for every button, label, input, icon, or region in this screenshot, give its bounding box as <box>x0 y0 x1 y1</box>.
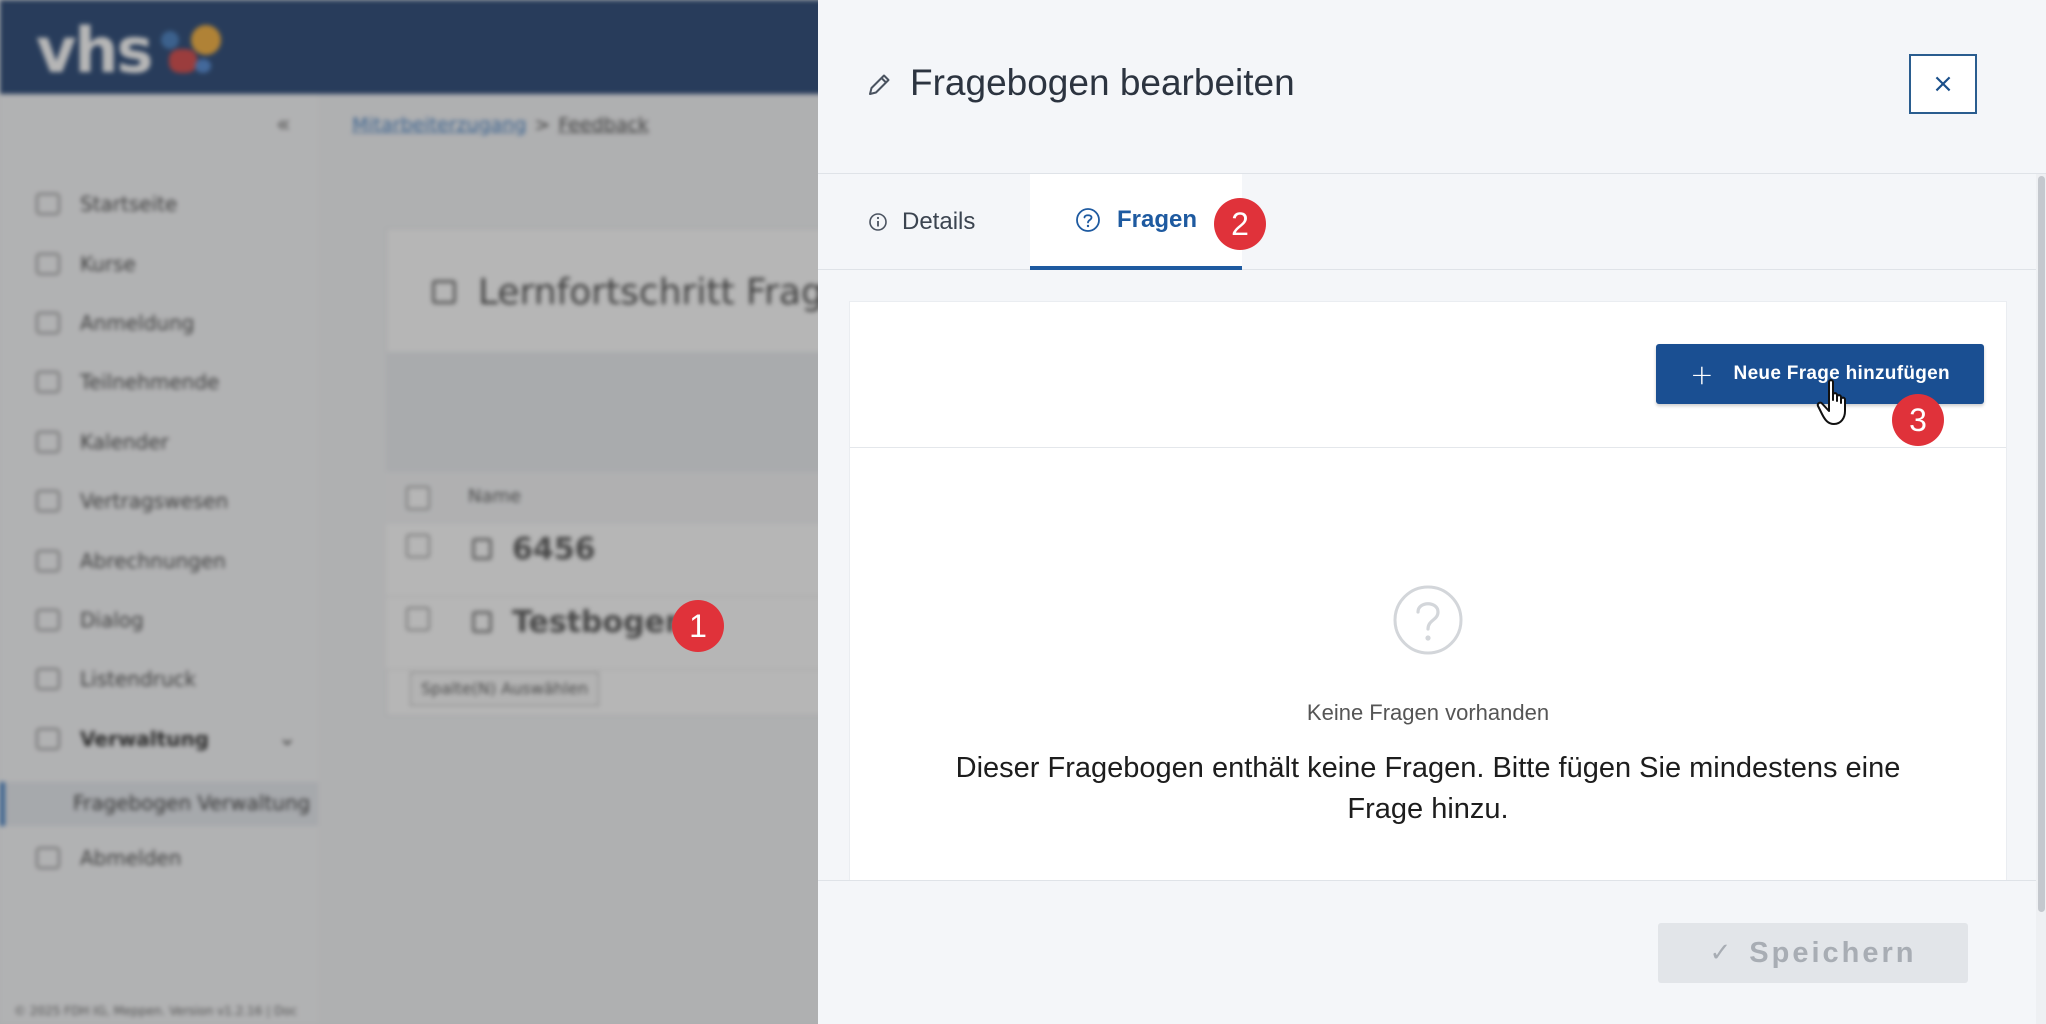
info-icon <box>869 213 887 231</box>
drawer-footer: ✓ Speichern <box>818 880 2046 1024</box>
edit-questionnaire-drawer: Fragebogen bearbeiten × Details Fragen +… <box>818 0 2046 1024</box>
check-icon: ✓ <box>1709 938 1732 968</box>
question-icon <box>1076 208 1100 232</box>
drawer-header: Fragebogen bearbeiten × <box>818 0 2046 174</box>
step-badge-2: 2 <box>1214 198 1266 250</box>
save-button[interactable]: ✓ Speichern <box>1658 923 1968 983</box>
close-button[interactable]: × <box>1909 54 1977 114</box>
scrollbar-thumb[interactable] <box>2038 176 2045 912</box>
question-circle-icon <box>1393 585 1463 655</box>
pencil-icon <box>869 74 890 95</box>
plus-icon: + <box>1690 357 1714 391</box>
step-badge-3: 3 <box>1892 394 1944 446</box>
empty-state-description: Dieser Fragebogen enthält keine Fragen. … <box>955 752 1901 825</box>
save-label: Speichern <box>1749 936 1917 969</box>
tab-label: Fragen <box>1116 206 1197 233</box>
tab-fragen[interactable]: Fragen <box>1030 174 1242 270</box>
tab-label: Details <box>902 208 976 235</box>
step-badge-1: 1 <box>672 600 724 652</box>
hand-cursor-icon <box>1816 379 1846 425</box>
drawer-title: Fragebogen bearbeiten <box>910 62 1295 103</box>
modal-backdrop[interactable] <box>0 0 818 1024</box>
tab-details[interactable]: Details <box>868 174 975 270</box>
empty-state-title: Keine Fragen vorhanden <box>1306 700 1550 725</box>
close-icon: × <box>1932 69 1954 99</box>
drawer-tabs: Details Fragen <box>818 174 2046 270</box>
